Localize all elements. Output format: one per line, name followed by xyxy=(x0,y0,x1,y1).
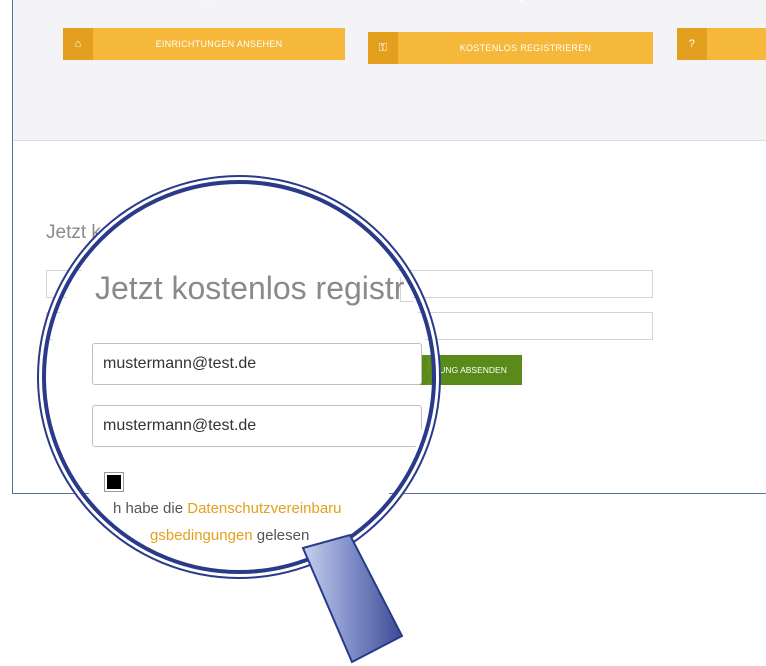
magnifier-handle xyxy=(301,533,404,664)
